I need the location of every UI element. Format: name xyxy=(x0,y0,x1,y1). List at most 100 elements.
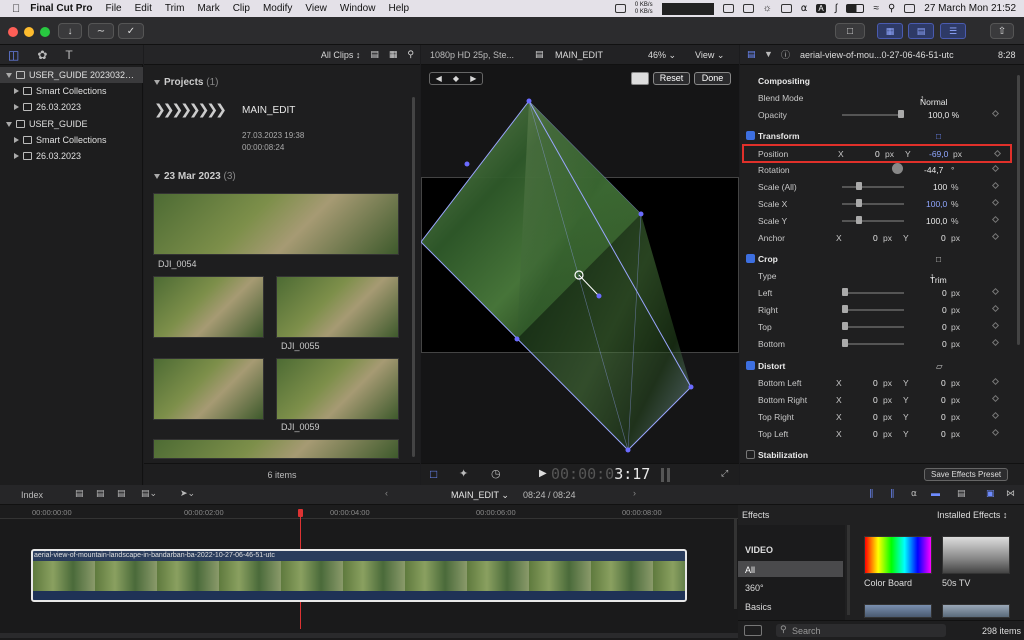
anchor-y-value[interactable]: 0 xyxy=(941,233,946,243)
forward-icon[interactable]: › xyxy=(633,488,636,498)
library-row[interactable]: Smart Collections xyxy=(0,83,143,99)
keyboard-icon[interactable] xyxy=(780,4,792,13)
scale-x-value[interactable]: 100,0 xyxy=(926,199,947,209)
menu-view[interactable]: View xyxy=(305,3,327,14)
transform-section[interactable]: Transform □ xyxy=(740,127,1024,144)
apple-menu-icon[interactable]:  xyxy=(12,3,20,15)
opacity-slider-knob[interactable] xyxy=(898,110,904,118)
distort-y-value[interactable]: 0 xyxy=(941,412,946,422)
libraries-icon[interactable]: ◫ xyxy=(8,48,19,62)
effect-thumbnail[interactable] xyxy=(942,604,1010,618)
window-icon[interactable] xyxy=(742,4,754,13)
crop-bottom-value[interactable]: 0 xyxy=(942,339,947,349)
search-icon[interactable]: ⚲ xyxy=(407,49,414,60)
control-center-icon[interactable] xyxy=(904,4,916,13)
clips-filter-dropdown[interactable]: All Clips ↕ xyxy=(321,50,361,60)
minimize-window-button[interactable] xyxy=(24,27,34,37)
disclosure-triangle-icon[interactable] xyxy=(14,104,19,110)
transform-handle[interactable] xyxy=(625,447,631,453)
menu-clip[interactable]: Clip xyxy=(233,3,250,14)
timeline-scrollbar[interactable] xyxy=(0,633,738,638)
clock[interactable]: 27 March Mon 21:52 xyxy=(924,3,1016,14)
append-clip-icon[interactable]: ▤ xyxy=(117,488,126,499)
rotation-dial[interactable] xyxy=(892,163,903,174)
menu-file[interactable]: File xyxy=(105,3,121,14)
fullscreen-icon[interactable]: ⤢ xyxy=(721,468,728,479)
blend-mode-dropdown[interactable]: Normal ↕ xyxy=(920,93,947,107)
slider-knob[interactable] xyxy=(842,305,848,313)
inspector-scrollbar[interactable] xyxy=(1017,75,1020,345)
keyframe-icon[interactable] xyxy=(991,411,1000,420)
menu-modify[interactable]: Modify xyxy=(263,3,292,14)
crop-onscreen-icon[interactable]: □ xyxy=(936,254,941,264)
keyframe-icon[interactable] xyxy=(991,232,1000,241)
project-thumbnail[interactable]: ❯❯❯❯❯❯❯❯ xyxy=(154,101,234,117)
search-icon[interactable]: ⚲ xyxy=(888,3,895,14)
transform-checkbox[interactable] xyxy=(746,131,755,140)
scale-all-slider[interactable] xyxy=(842,186,904,188)
timecode-display[interactable]: 00:00:03:17 xyxy=(551,465,650,483)
insert-clip-icon[interactable]: ▤ xyxy=(96,488,105,499)
zoom-window-button[interactable] xyxy=(40,27,50,37)
rotation-handle[interactable] xyxy=(596,293,602,299)
rotation-value[interactable]: -44,7 xyxy=(924,165,943,175)
date-section-title[interactable]: 23 Mar 2023 (3) xyxy=(150,171,236,182)
transform-onscreen-icon[interactable]: □ xyxy=(936,131,941,141)
transitions-browser-icon[interactable]: ⋈ xyxy=(1006,488,1015,499)
close-window-button[interactable] xyxy=(8,27,18,37)
menu-mark[interactable]: Mark xyxy=(197,3,219,14)
category-all[interactable]: All xyxy=(738,561,843,577)
clip-thumbnail[interactable] xyxy=(153,439,399,459)
keyframe-icon[interactable] xyxy=(991,109,1000,118)
menu-edit[interactable]: Edit xyxy=(135,3,152,14)
video-inspector-icon[interactable]: ▤ xyxy=(747,49,756,60)
distort-section[interactable]: Distort ▱ xyxy=(740,357,1024,374)
scale-y-slider[interactable] xyxy=(842,220,904,222)
library-row[interactable]: Smart Collections xyxy=(0,132,143,148)
library-row[interactable]: 26.03.2023 xyxy=(0,148,143,164)
clip-thumbnail[interactable] xyxy=(153,276,264,338)
keyframe-icon[interactable] xyxy=(991,198,1000,207)
position-x-value[interactable]: 0 xyxy=(875,149,880,159)
crop-left-value[interactable]: 0 xyxy=(942,288,947,298)
index-button[interactable]: Index xyxy=(21,490,43,500)
library-row[interactable]: USER_GUIDE 2023032… xyxy=(0,67,143,83)
category-basics[interactable]: Basics xyxy=(745,602,772,612)
filmstrip-icon[interactable]: ▤ xyxy=(370,49,379,60)
crop-right-slider[interactable] xyxy=(842,309,904,311)
keyframe-icon[interactable] xyxy=(991,287,1000,296)
scale-y-slider-knob[interactable] xyxy=(856,216,862,224)
import-button[interactable]: ↓ xyxy=(58,23,82,39)
distort-y-value[interactable]: 0 xyxy=(941,395,946,405)
keyframe-icon[interactable] xyxy=(991,377,1000,386)
playhead-handle[interactable] xyxy=(298,509,303,517)
transform-handle[interactable] xyxy=(526,98,532,104)
sidebar-toggle-icon[interactable] xyxy=(744,625,762,636)
info-inspector-icon[interactable]: ⓘ xyxy=(781,48,790,61)
screens-icon[interactable] xyxy=(722,4,734,13)
input-source-icon[interactable]: A xyxy=(816,4,826,13)
transform-handle[interactable] xyxy=(638,211,644,217)
crop-bottom-slider[interactable] xyxy=(842,343,904,345)
show-browser-button[interactable]: ▦ xyxy=(877,23,903,39)
transform-handle[interactable] xyxy=(688,384,694,390)
keywords-button[interactable]: ∼ xyxy=(88,23,114,39)
photos-icon[interactable]: ✿ xyxy=(37,48,47,62)
transform-handle[interactable] xyxy=(464,161,470,167)
play-button[interactable]: ▶ xyxy=(539,468,547,479)
overwrite-clip-icon[interactable]: ▤⌄ xyxy=(141,488,157,499)
timeline-project-name[interactable]: MAIN_EDIT ⌄ xyxy=(451,490,509,501)
save-effects-preset-button[interactable]: Save Effects Preset xyxy=(924,468,1009,481)
skimming-icon[interactable]: ∥ xyxy=(869,488,874,499)
keyframe-icon[interactable] xyxy=(991,304,1000,313)
app-menu[interactable]: Final Cut Pro xyxy=(30,3,92,14)
share-button[interactable]: ⇧ xyxy=(990,23,1014,39)
library-row[interactable]: 26.03.2023 xyxy=(0,99,143,115)
connect-clip-icon[interactable]: ▤ xyxy=(75,488,84,499)
back-icon[interactable]: ‹ xyxy=(385,488,388,498)
timeline-clip[interactable]: aerial-view-of-mountain-landscape-in-ban… xyxy=(31,549,687,602)
show-timeline-button[interactable]: ▤ xyxy=(908,23,934,39)
battery-icon[interactable] xyxy=(846,4,865,13)
brightness-icon[interactable]: ☼ xyxy=(763,3,772,14)
scale-all-value[interactable]: 100 xyxy=(933,182,947,192)
